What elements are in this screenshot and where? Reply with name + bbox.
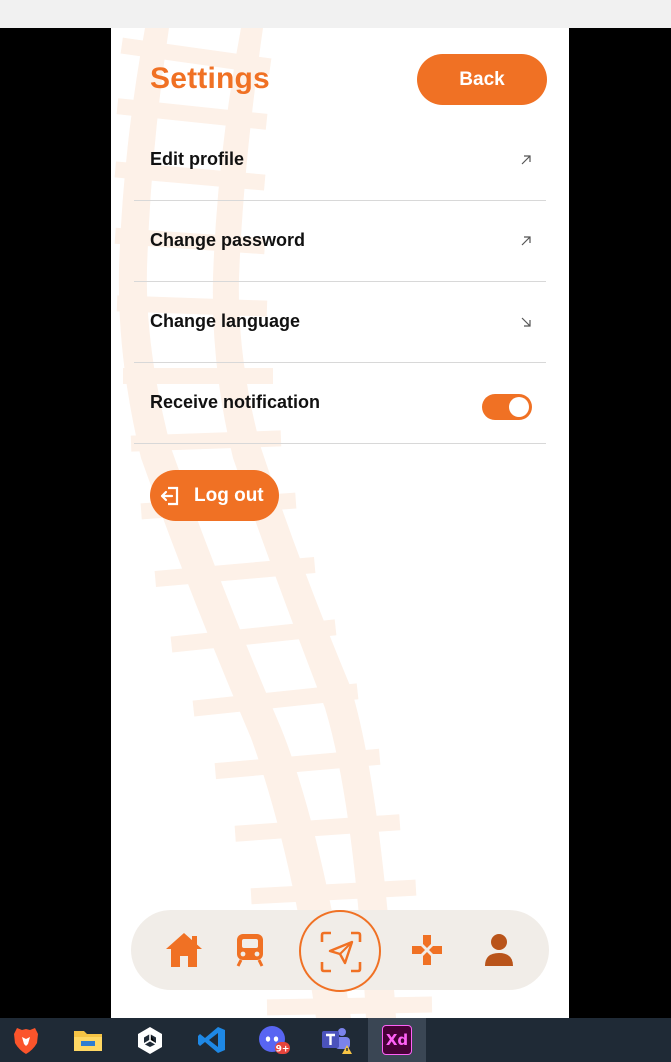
menu-item-edit-profile[interactable]: Edit profile [134,120,546,201]
taskbar-discord[interactable]: 9+ [258,1024,290,1056]
taskbar-adobe-xd[interactable]: Xd [381,1024,413,1056]
teams-icon [322,1028,352,1054]
train-icon[interactable] [232,932,268,968]
arrow-up-right-icon [521,155,531,165]
browser-top-bar [0,0,671,28]
taskbar-teams[interactable] [320,1024,352,1056]
user-icon[interactable] [483,932,515,968]
discord-badge: 9+ [276,1045,290,1055]
home-icon[interactable] [163,930,205,970]
scan-send-icon [320,931,362,973]
windows-taskbar: 9+ Xd [0,1018,671,1062]
menu-item-receive-notification: Receive notification [134,363,546,444]
menu-item-label: Change password [150,230,306,250]
arrow-down-right-icon [521,317,531,327]
xd-icon: Xd [382,1025,412,1055]
menu-item-label: Receive notification [150,392,321,412]
logout-label: Log out [194,484,264,506]
logout-icon [160,486,179,505]
taskbar-brave[interactable] [10,1024,42,1056]
settings-menu: Edit profile Change password Change lang… [134,120,546,444]
discord-icon: 9+ [259,1026,290,1055]
unity-icon [138,1027,162,1054]
taskbar-file-explorer[interactable] [72,1024,104,1056]
phone-screen: Settings Back Edit profile Change passwo… [111,28,569,1018]
vscode-icon [198,1027,225,1053]
menu-item-change-language[interactable]: Change language [134,282,546,363]
menu-item-label: Edit profile [150,149,244,169]
logout-button[interactable]: Log out [150,470,279,521]
menu-item-change-password[interactable]: Change password [134,201,546,282]
taskbar-vscode[interactable] [196,1024,228,1056]
notification-toggle[interactable] [482,394,532,420]
settings-header: Settings Back [111,28,569,128]
back-button[interactable]: Back [417,54,547,105]
toggle-knob [509,397,529,417]
gamepad-icon[interactable] [409,932,445,968]
taskbar-unity[interactable] [134,1024,166,1056]
scan-button[interactable] [299,910,381,992]
page-title: Settings [150,62,270,95]
brave-icon [14,1028,38,1054]
arrow-up-right-icon [521,236,531,246]
bottom-navigation [131,910,549,992]
folder-icon [74,1031,102,1051]
menu-item-label: Change language [150,311,301,331]
